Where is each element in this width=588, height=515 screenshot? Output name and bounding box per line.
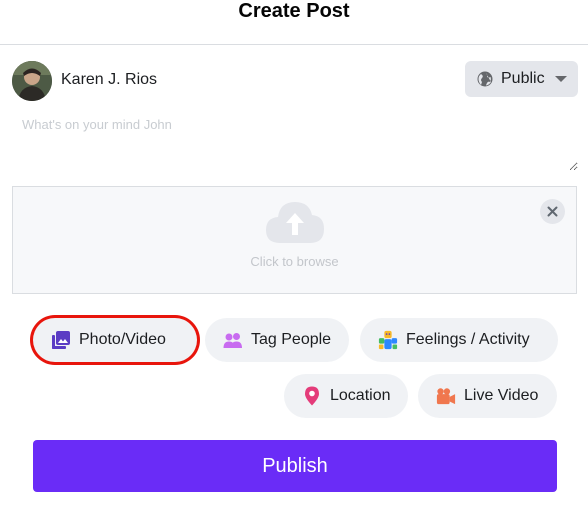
feelings-activity-label: Feelings / Activity [406, 331, 530, 348]
location-pin-icon [302, 386, 322, 406]
audience-label: Public [501, 70, 545, 87]
post-text-input[interactable] [12, 109, 578, 171]
location-label: Location [330, 387, 391, 404]
author-name: Karen J. Rios [61, 71, 158, 88]
dialog-title: Create Post [238, 0, 350, 22]
media-upload-area[interactable]: Click to browse [12, 186, 577, 294]
header-divider [0, 44, 588, 45]
people-icon [223, 330, 243, 350]
feelings-icon [378, 330, 398, 350]
avatar-image [12, 61, 52, 101]
publish-button[interactable]: Publish [33, 440, 557, 492]
photo-video-button[interactable]: Photo/Video [33, 318, 197, 362]
tag-people-label: Tag People [251, 331, 332, 348]
chevron-down-icon [554, 76, 567, 82]
video-camera-icon [436, 386, 456, 406]
live-video-button[interactable]: Live Video [418, 374, 557, 418]
upload-hint: Click to browse [250, 254, 339, 269]
feelings-activity-button[interactable]: Feelings / Activity [360, 318, 558, 362]
close-icon [547, 206, 558, 217]
location-button[interactable]: Location [284, 374, 408, 418]
cloud-upload-icon [266, 202, 324, 243]
tag-people-button[interactable]: Tag People [205, 318, 349, 362]
globe-icon [477, 71, 493, 87]
photo-icon [51, 330, 71, 350]
photo-video-label: Photo/Video [79, 331, 166, 348]
avatar[interactable] [12, 61, 52, 101]
live-video-label: Live Video [464, 387, 539, 404]
audience-selector[interactable]: Public [465, 61, 578, 97]
close-upload-button[interactable] [540, 199, 565, 224]
